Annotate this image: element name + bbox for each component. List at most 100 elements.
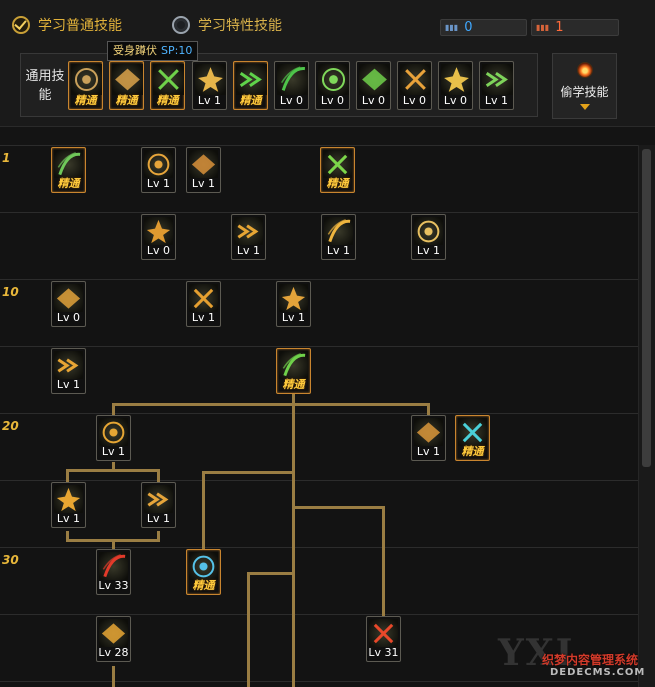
skill-slot[interactable]: Lv 1 bbox=[51, 348, 86, 394]
tooltip-skill-name: 受身蹲伏 bbox=[113, 44, 157, 57]
holy-shield-icon bbox=[414, 217, 443, 245]
tp-counter: ▮▮▮ 1 bbox=[531, 19, 619, 36]
tree-connector bbox=[112, 666, 115, 687]
skill-slot[interactable]: Lv 28 bbox=[96, 616, 131, 662]
skill-level-label: Lv 1 bbox=[281, 311, 306, 324]
tab-normal-skills[interactable]: 学习普通技能 bbox=[12, 14, 122, 36]
skill-slot[interactable]: Lv 1 bbox=[186, 147, 221, 193]
skill-slot[interactable]: Lv 33 bbox=[96, 549, 131, 595]
crescent-slash-icon bbox=[189, 150, 218, 178]
skill-slot[interactable]: Lv 1 bbox=[192, 61, 227, 110]
blood-crescent-icon bbox=[99, 552, 128, 580]
tree-connector bbox=[427, 403, 430, 415]
tooltip-sp-cost: SP:10 bbox=[161, 44, 193, 57]
skill-slot[interactable]: Lv 1 bbox=[141, 147, 176, 193]
skill-level-label: Lv 0 bbox=[361, 94, 386, 107]
skill-slot[interactable]: 精通 bbox=[320, 147, 355, 193]
level-marker: 20 bbox=[2, 419, 19, 433]
tab-label: 学习普通技能 bbox=[38, 18, 122, 34]
tree-connector bbox=[202, 471, 205, 549]
power-figure-icon bbox=[441, 64, 472, 95]
level-marker: 10 bbox=[2, 285, 19, 299]
skill-slot[interactable]: Lv 0 bbox=[141, 214, 176, 260]
skill-slot[interactable]: Lv 1 bbox=[411, 214, 446, 260]
wings-icon bbox=[195, 64, 226, 95]
tree-connector bbox=[66, 469, 69, 482]
skill-level-label: Lv 1 bbox=[191, 311, 216, 324]
skill-slot[interactable]: 精通 bbox=[455, 415, 490, 461]
flame-orb-icon bbox=[576, 62, 593, 78]
skill-slot[interactable]: 精通 bbox=[51, 147, 86, 193]
skill-level-label: Lv 1 bbox=[326, 244, 351, 257]
skill-level-label: 精通 bbox=[326, 177, 349, 190]
skill-level-label: Lv 1 bbox=[484, 94, 509, 107]
skill-slot[interactable]: 精通 bbox=[150, 61, 185, 110]
skill-level-label: Lv 0 bbox=[402, 94, 427, 107]
triple-arrow-icon bbox=[234, 217, 263, 245]
skill-slot[interactable]: Lv 1 bbox=[51, 482, 86, 528]
skill-slot[interactable]: Lv 1 bbox=[321, 214, 356, 260]
sp-value: 0 bbox=[464, 20, 473, 35]
steal-skill-label: 偷学技能 bbox=[560, 85, 609, 99]
tree-scrollbar[interactable] bbox=[638, 145, 655, 687]
tree-connector bbox=[112, 403, 430, 406]
scrollbar-thumb[interactable] bbox=[642, 149, 651, 467]
skill-slot[interactable]: Lv 0 bbox=[356, 61, 391, 110]
skill-level-label: Lv 0 bbox=[443, 94, 468, 107]
skill-slot[interactable]: Lv 1 bbox=[411, 415, 446, 461]
row-divider bbox=[0, 346, 638, 347]
skill-slot[interactable]: 精通 bbox=[186, 549, 221, 595]
tp-value: 1 bbox=[555, 20, 564, 35]
row-divider bbox=[0, 480, 638, 481]
skill-slot[interactable]: Lv 0 bbox=[51, 281, 86, 327]
header-bar: 学习普通技能 学习特性技能 ▮▮▮ 0 ▮▮▮ 1 通用技能 精通 精通 精通 Lv … bbox=[0, 0, 655, 127]
skill-slot[interactable]: Lv 1 bbox=[479, 61, 514, 110]
skill-slot[interactable]: Lv 0 bbox=[397, 61, 432, 110]
tree-connector bbox=[382, 506, 385, 618]
skill-slot[interactable]: 精通 bbox=[276, 348, 311, 394]
skill-level-label: Lv 31 bbox=[368, 646, 399, 659]
skill-slot[interactable]: Lv 1 bbox=[186, 281, 221, 327]
skill-slot[interactable]: 精通 bbox=[68, 61, 103, 110]
row-divider bbox=[0, 547, 638, 548]
blood-demon-icon bbox=[369, 619, 398, 647]
skill-slot[interactable]: Lv 1 bbox=[141, 482, 176, 528]
radio-unselected-icon bbox=[172, 16, 190, 34]
tree-connector bbox=[112, 403, 115, 415]
skill-level-label: 精通 bbox=[239, 94, 262, 107]
skill-slot[interactable]: Lv 0 bbox=[315, 61, 350, 110]
eye-ring-icon bbox=[400, 64, 431, 95]
tab-trait-skills[interactable]: 学习特性技能 bbox=[172, 14, 282, 36]
twin-slash-icon bbox=[54, 284, 83, 312]
steal-skill-button[interactable]: 偷学技能 bbox=[552, 53, 617, 119]
skill-level-label: Lv 1 bbox=[416, 244, 441, 257]
skill-slot[interactable]: Lv 0 bbox=[438, 61, 473, 110]
skill-slot[interactable]: 精通 bbox=[233, 61, 268, 110]
burst-figure-icon bbox=[318, 64, 349, 95]
dropdown-arrow-icon bbox=[579, 104, 590, 110]
skill-slot[interactable]: Lv 31 bbox=[366, 616, 401, 662]
green-whirl-icon bbox=[279, 351, 308, 379]
skill-level-label: 精通 bbox=[461, 445, 484, 458]
golden-arc-icon bbox=[99, 619, 128, 647]
crescent-slash-icon bbox=[144, 150, 173, 178]
tree-connector bbox=[247, 572, 250, 687]
skill-slot[interactable]: Lv 1 bbox=[276, 281, 311, 327]
skill-slot[interactable]: Lv 1 bbox=[96, 415, 131, 461]
target-circle-icon bbox=[236, 64, 267, 95]
sweep-slash-icon bbox=[324, 217, 353, 245]
row-divider bbox=[0, 279, 638, 280]
green-burst-icon bbox=[323, 150, 352, 178]
skill-level-label: 精通 bbox=[74, 94, 97, 107]
skill-level-label: Lv 0 bbox=[320, 94, 345, 107]
skill-level-label: Lv 1 bbox=[56, 378, 81, 391]
target-circle-icon bbox=[277, 64, 308, 95]
slash-figure-icon bbox=[482, 64, 513, 95]
blue-wind-icon bbox=[189, 552, 218, 580]
skill-tooltip: 受身蹲伏 SP:10 bbox=[107, 41, 199, 61]
skill-slot[interactable]: 精通 bbox=[109, 61, 144, 110]
skill-slot[interactable]: Lv 0 bbox=[274, 61, 309, 110]
blade-pillar-icon bbox=[414, 418, 443, 446]
skill-slot[interactable]: Lv 1 bbox=[231, 214, 266, 260]
skill-level-label: Lv 1 bbox=[101, 445, 126, 458]
